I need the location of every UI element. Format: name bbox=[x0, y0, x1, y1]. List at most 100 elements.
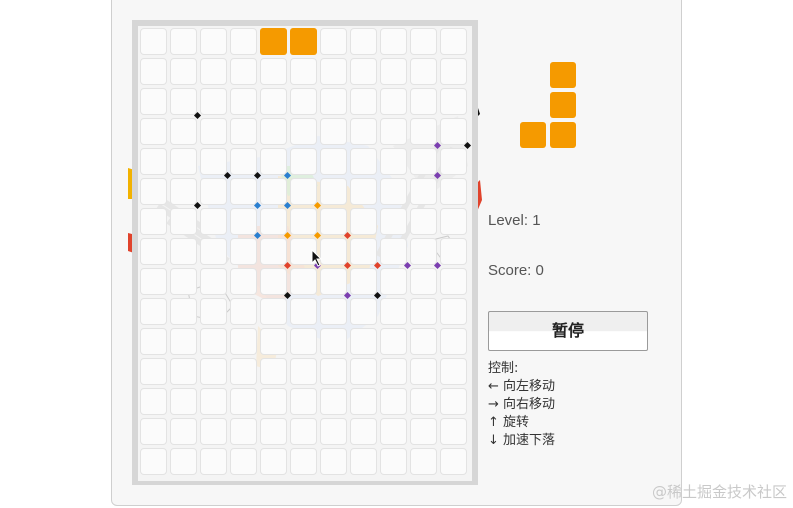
board-cell bbox=[380, 148, 407, 175]
controls-title: 控制: bbox=[488, 361, 519, 376]
board-cell bbox=[200, 418, 227, 445]
board-cell bbox=[320, 208, 347, 235]
mouse-cursor-icon bbox=[311, 248, 323, 272]
board-cell bbox=[410, 388, 437, 415]
board-cell bbox=[380, 448, 407, 475]
board-cell bbox=[230, 418, 257, 445]
board-cell bbox=[410, 238, 437, 265]
board-cell bbox=[410, 178, 437, 205]
board-cell bbox=[380, 58, 407, 85]
board-cell bbox=[170, 328, 197, 355]
board-cell bbox=[320, 28, 347, 55]
board-cell bbox=[230, 358, 257, 385]
level-label: Level: bbox=[488, 212, 529, 229]
board-cell bbox=[200, 358, 227, 385]
board-cell bbox=[200, 328, 227, 355]
board-cell bbox=[440, 208, 467, 235]
board-cell bbox=[170, 58, 197, 85]
board-cell bbox=[350, 388, 377, 415]
board-cell bbox=[200, 88, 227, 115]
board-cell bbox=[290, 58, 317, 85]
controls-help: 控制: ← 向左移动 → 向右移动 ↑ 旋转 ↓ 加速下落 bbox=[488, 360, 555, 450]
board-cell bbox=[410, 208, 437, 235]
board-cell bbox=[170, 238, 197, 265]
board-cell bbox=[290, 358, 317, 385]
board-cell bbox=[200, 178, 227, 205]
board-cell bbox=[170, 388, 197, 415]
board-cell bbox=[440, 358, 467, 385]
board-cell bbox=[410, 118, 437, 145]
board-cell bbox=[410, 358, 437, 385]
board-cell bbox=[410, 88, 437, 115]
board-cell bbox=[440, 388, 467, 415]
board-cell bbox=[200, 238, 227, 265]
board-cell bbox=[230, 238, 257, 265]
board-cell bbox=[170, 358, 197, 385]
board-cell bbox=[440, 178, 467, 205]
board-cell bbox=[230, 28, 257, 55]
board-cell bbox=[440, 58, 467, 85]
board-cell bbox=[320, 388, 347, 415]
board-cell bbox=[440, 148, 467, 175]
board-cell bbox=[320, 88, 347, 115]
board-cell bbox=[410, 418, 437, 445]
board-cell bbox=[230, 388, 257, 415]
board-cell bbox=[140, 418, 167, 445]
board-cell bbox=[320, 178, 347, 205]
board-cell bbox=[440, 298, 467, 325]
board-cell bbox=[320, 328, 347, 355]
board-cell bbox=[410, 28, 437, 55]
next-piece-block bbox=[550, 92, 576, 118]
board-cell bbox=[290, 298, 317, 325]
board-cell bbox=[140, 328, 167, 355]
board-cell bbox=[140, 388, 167, 415]
board-cell bbox=[440, 238, 467, 265]
board-cell bbox=[380, 328, 407, 355]
board-cell bbox=[320, 448, 347, 475]
board-cell bbox=[410, 328, 437, 355]
board-cell bbox=[170, 118, 197, 145]
board-cell bbox=[170, 448, 197, 475]
board-cell bbox=[350, 58, 377, 85]
board-cell bbox=[170, 148, 197, 175]
board-cell bbox=[230, 268, 257, 295]
board-cell bbox=[140, 358, 167, 385]
board-cell bbox=[230, 448, 257, 475]
board-cell bbox=[200, 388, 227, 415]
next-piece-block bbox=[550, 62, 576, 88]
board-cell bbox=[350, 448, 377, 475]
board-cell bbox=[350, 148, 377, 175]
board-cell bbox=[260, 148, 287, 175]
board-cell bbox=[260, 88, 287, 115]
board-cell bbox=[290, 388, 317, 415]
board-cell bbox=[380, 418, 407, 445]
board-cell bbox=[410, 148, 437, 175]
pause-button[interactable]: 暂停 bbox=[488, 311, 648, 351]
board-cell bbox=[320, 238, 347, 265]
board-cell bbox=[200, 58, 227, 85]
board-cell bbox=[380, 268, 407, 295]
board-cell bbox=[380, 88, 407, 115]
control-row-drop: ↓ 加速下落 bbox=[488, 433, 556, 448]
board-cell bbox=[230, 58, 257, 85]
board-cell bbox=[350, 118, 377, 145]
board-cell bbox=[140, 448, 167, 475]
board-cell bbox=[260, 238, 287, 265]
board-cell bbox=[380, 178, 407, 205]
board-cell bbox=[320, 58, 347, 85]
next-piece-block bbox=[520, 122, 546, 148]
board-cell bbox=[350, 328, 377, 355]
board-cell bbox=[260, 58, 287, 85]
control-row-left: ← 向左移动 bbox=[488, 379, 556, 394]
board-cell bbox=[260, 268, 287, 295]
board-cell bbox=[170, 178, 197, 205]
game-board[interactable] bbox=[138, 26, 472, 481]
board-cell bbox=[260, 388, 287, 415]
control-row-rotate: ↑ 旋转 bbox=[488, 415, 530, 430]
control-row-right: → 向右移动 bbox=[488, 397, 556, 412]
board-cell bbox=[230, 88, 257, 115]
board-cell bbox=[200, 448, 227, 475]
board-cell bbox=[140, 88, 167, 115]
board-cell bbox=[260, 178, 287, 205]
board-cell bbox=[200, 208, 227, 235]
